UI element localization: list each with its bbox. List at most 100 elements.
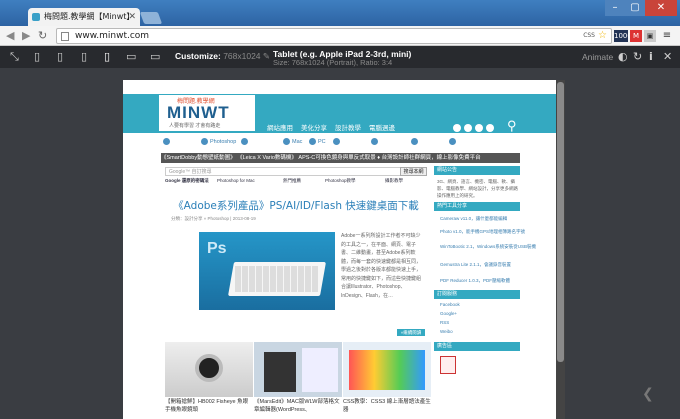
minimize-button[interactable]: – (605, 0, 625, 16)
category-item[interactable]: PC (309, 138, 326, 145)
sidebar-link[interactable]: Cameraw v11.0，讓什麼都能編輯 (440, 216, 507, 222)
tablet-icon[interactable]: ▯ (104, 51, 110, 63)
tag-link[interactable]: Google 還原的密碼法 (165, 178, 209, 184)
menu-icon[interactable]: ≡ (661, 30, 673, 42)
post-meta: 分類：設計分享 » Photoshop | 2013-08-19 (171, 216, 256, 221)
search-icon[interactable]: ⚲ (507, 118, 517, 134)
google-plus-icon[interactable] (486, 124, 494, 132)
css-label: CSS (583, 32, 595, 39)
fullscreen-icon[interactable]: ⤡ (10, 51, 19, 63)
viewport-scrollbar[interactable] (556, 80, 565, 419)
animate-label[interactable]: Animate (582, 52, 613, 62)
category-item[interactable]: Mac (283, 138, 302, 145)
subscribe-link[interactable]: Google+ (440, 311, 457, 316)
scrollbar-thumb[interactable] (557, 82, 564, 362)
rss-icon[interactable] (453, 124, 461, 132)
thumbnail-css3[interactable] (343, 342, 431, 397)
site-search-button[interactable]: 搜尋本網 (400, 167, 427, 176)
news-ticker[interactable]: 《SmartDobby動態壁紙動圖》 《Leica X Vario數碼機》 AP… (161, 153, 520, 163)
sidebar-text: 3G、網頁、語言、機密、電腦、軟、攝影、電腦教學、網站設計，分享更多網路操作應用… (437, 179, 518, 198)
thumbnail-caption[interactable]: 【開箱搶鮮】HB002 Fisheye 魚眼手機魚眼鏡頭 (165, 398, 253, 414)
address-bar[interactable]: www.minwt.com ☆ CSS (56, 28, 612, 44)
browser-tab[interactable]: 梅問題.教學網【Minwt】 ✕ (28, 8, 140, 26)
tag-link[interactable]: 攝影教學 (385, 178, 403, 184)
nav-item[interactable]: 電腦週邊 (369, 122, 395, 132)
category-item[interactable] (241, 138, 250, 145)
logo-main-text: MINWT (167, 103, 230, 122)
half-circle-icon[interactable]: ◐ (618, 51, 628, 63)
extension-icon[interactable]: ▣ (644, 30, 656, 42)
browser-toolbar: ◀ ▶ ↻ www.minwt.com ☆ CSS 1000 M ▣ ≡ (0, 26, 680, 46)
favicon-icon (32, 13, 40, 21)
maximize-button[interactable]: ▢ (625, 0, 645, 16)
photoshop-logo-icon: Ps (207, 240, 227, 257)
category-label: Mac (292, 138, 303, 145)
thumbnail-caption[interactable]: 《MarsEdit》MAC版WLW部落格文章編輯器(WordPress、 (254, 398, 342, 414)
laptop-icon[interactable]: ▭ (126, 51, 136, 63)
tag-link[interactable]: Photoshop教學 (325, 178, 356, 184)
browser-title-bar: 梅問題.教學網【Minwt】 ✕ – ▢ ✕ (0, 0, 680, 26)
new-tab-button[interactable] (139, 12, 163, 24)
category-item[interactable] (411, 138, 420, 145)
sidebar-heading: 廣告區 (434, 342, 520, 351)
sidebar-link[interactable]: WinToBootic 2.1，Windows系統安裝從USB裝機 (440, 244, 536, 250)
ad-image[interactable] (440, 356, 456, 374)
post-title[interactable]: 《Adobe系列產品》PS/AI/ID/Flash 快速鍵桌面下載 (165, 198, 427, 213)
post-hero-image[interactable]: Ps (199, 232, 335, 310)
sidebar-link[interactable]: Photo v1.0，能手機GPS地理相簿路名字號 (440, 229, 525, 235)
gmail-icon[interactable]: M (630, 30, 642, 42)
photo-image (264, 352, 296, 392)
thumbnail-marsedit[interactable] (254, 342, 342, 397)
twitter-icon[interactable] (475, 124, 483, 132)
sidebar-link[interactable]: PDF Reducer 1.0.3，PDF壓縮軟體 (440, 278, 510, 284)
page-icon (61, 32, 69, 41)
category-item[interactable] (333, 138, 342, 145)
desktop-icon[interactable]: ▭ (150, 51, 160, 63)
sidebar-heading: 熱門工具分享 (434, 202, 520, 211)
site-search-input[interactable]: Google™ 自訂搜尋 (165, 167, 427, 176)
customize-label: Customize: 768x1024 ✎ (175, 51, 270, 62)
read-more-button[interactable]: »繼續閱讀 (397, 329, 425, 336)
category-bar: Photoshop Mac PC (123, 133, 556, 150)
lens-image (195, 354, 223, 382)
close-icon[interactable]: ✕ (663, 51, 672, 63)
tag-link[interactable]: Photoshop for Mac (217, 178, 255, 183)
customize-value[interactable]: 768x1024 (223, 51, 260, 61)
sidebar-heading: 訂閱服務 (434, 290, 520, 299)
phone-icon[interactable]: ▯ (57, 51, 63, 63)
phone-small-icon[interactable]: ▯ (34, 51, 40, 63)
forward-icon[interactable]: ▶ (22, 28, 30, 44)
extension-badge[interactable]: 1000 (614, 30, 632, 42)
pencil-icon[interactable]: ✎ (263, 51, 270, 61)
thumbnail-caption[interactable]: CSS教學：CSS3 線上漸層語法產生器 (343, 398, 431, 414)
tab-close-icon[interactable]: ✕ (128, 8, 136, 26)
gradient-image (349, 350, 425, 390)
facebook-icon[interactable] (464, 124, 472, 132)
sidebar-link[interactable]: Gemustra Lite 2.1.1，會議錄音裝置 (440, 262, 511, 268)
close-window-button[interactable]: ✕ (645, 0, 677, 16)
tab-title: 梅問題.教學網【Minwt】 (44, 12, 135, 21)
subscribe-link[interactable]: Facebook (440, 302, 460, 307)
category-label: Photoshop (210, 138, 237, 145)
site-logo[interactable]: 梅問題.教學網 MINWT 人要有學習 才會有路走 (159, 95, 255, 131)
device-toolbar: ⤡ ▯ ▯ ▯ ▯ ▭ ▭ Customize: 768x1024 ✎ Tabl… (0, 46, 680, 68)
nav-item[interactable]: 設計教學 (335, 122, 361, 132)
nav-item[interactable]: 網站應用 (267, 122, 293, 132)
bookmark-star-icon[interactable]: ☆ (598, 29, 607, 43)
category-item[interactable] (163, 138, 172, 145)
info-icon[interactable]: i (649, 51, 653, 63)
category-item[interactable] (449, 138, 458, 145)
phone-large-icon[interactable]: ▯ (81, 51, 87, 63)
subscribe-link[interactable]: Weibo (440, 329, 453, 334)
subscribe-link[interactable]: RSS (440, 320, 449, 325)
tag-link[interactable]: 熱門推薦 (283, 178, 301, 184)
thumbnail-fisheye[interactable] (165, 342, 253, 397)
rotate-icon[interactable]: ↻ (633, 51, 642, 63)
category-item[interactable] (371, 138, 380, 145)
reload-icon[interactable]: ↻ (38, 28, 47, 44)
collapse-arrow-icon[interactable]: ❮ (642, 386, 654, 402)
category-label: PC (318, 138, 326, 145)
back-icon[interactable]: ◀ (6, 28, 14, 44)
nav-item[interactable]: 美化分享 (301, 122, 327, 132)
category-item[interactable]: Photoshop (201, 138, 236, 145)
